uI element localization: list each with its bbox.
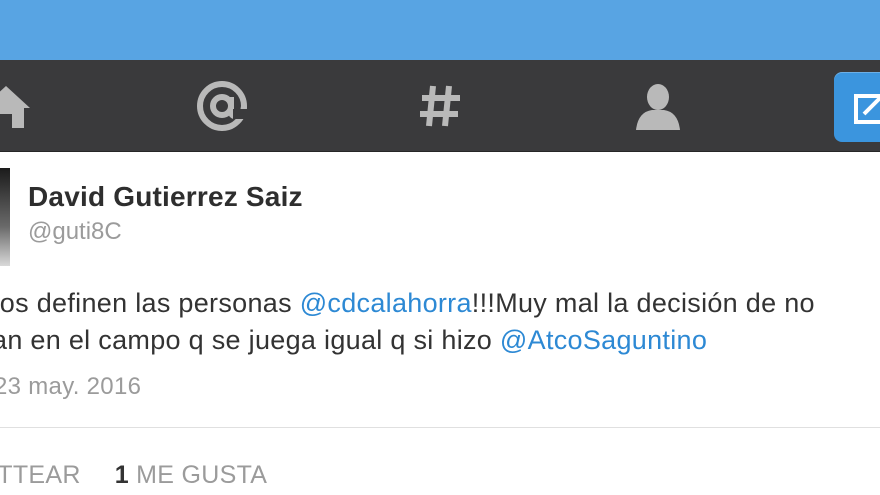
home-icon[interactable]: [0, 60, 32, 151]
author-name[interactable]: David Gutierrez Saiz: [28, 181, 303, 213]
avatar[interactable]: [0, 168, 10, 266]
tweet-stats: ITTEAR 1 ME GUSTA: [0, 461, 267, 490]
like-label[interactable]: ME GUSTA: [136, 461, 267, 489]
tab-bar: [0, 60, 880, 152]
author-handle[interactable]: @guti8C: [28, 218, 122, 246]
mention-link[interactable]: @AtcoSaguntino: [500, 325, 707, 355]
like-count[interactable]: 1: [115, 461, 129, 489]
profile-icon[interactable]: [628, 60, 688, 151]
compose-icon: [854, 92, 880, 129]
tweet-text: an en el campo q se juega igual q si hiz…: [0, 325, 500, 355]
tweet-date: 23 may. 2016: [0, 373, 142, 400]
compose-button[interactable]: [834, 72, 880, 142]
status-bar: [0, 0, 880, 60]
tweet-text-line-1: tos definen las personas @cdcalahorra!!!…: [0, 288, 815, 319]
retweet-label[interactable]: ITTEAR: [0, 461, 81, 489]
hashtag-icon[interactable]: [414, 60, 466, 151]
tweet-text: !!!Muy mal la decisión de no: [471, 288, 815, 318]
divider: [0, 427, 880, 428]
tweet-text: tos definen las personas: [0, 288, 300, 318]
mention-link[interactable]: @cdcalahorra: [300, 288, 472, 318]
tweet-text-line-2: an en el campo q se juega igual q si hiz…: [0, 325, 707, 356]
mentions-icon[interactable]: [192, 60, 252, 151]
